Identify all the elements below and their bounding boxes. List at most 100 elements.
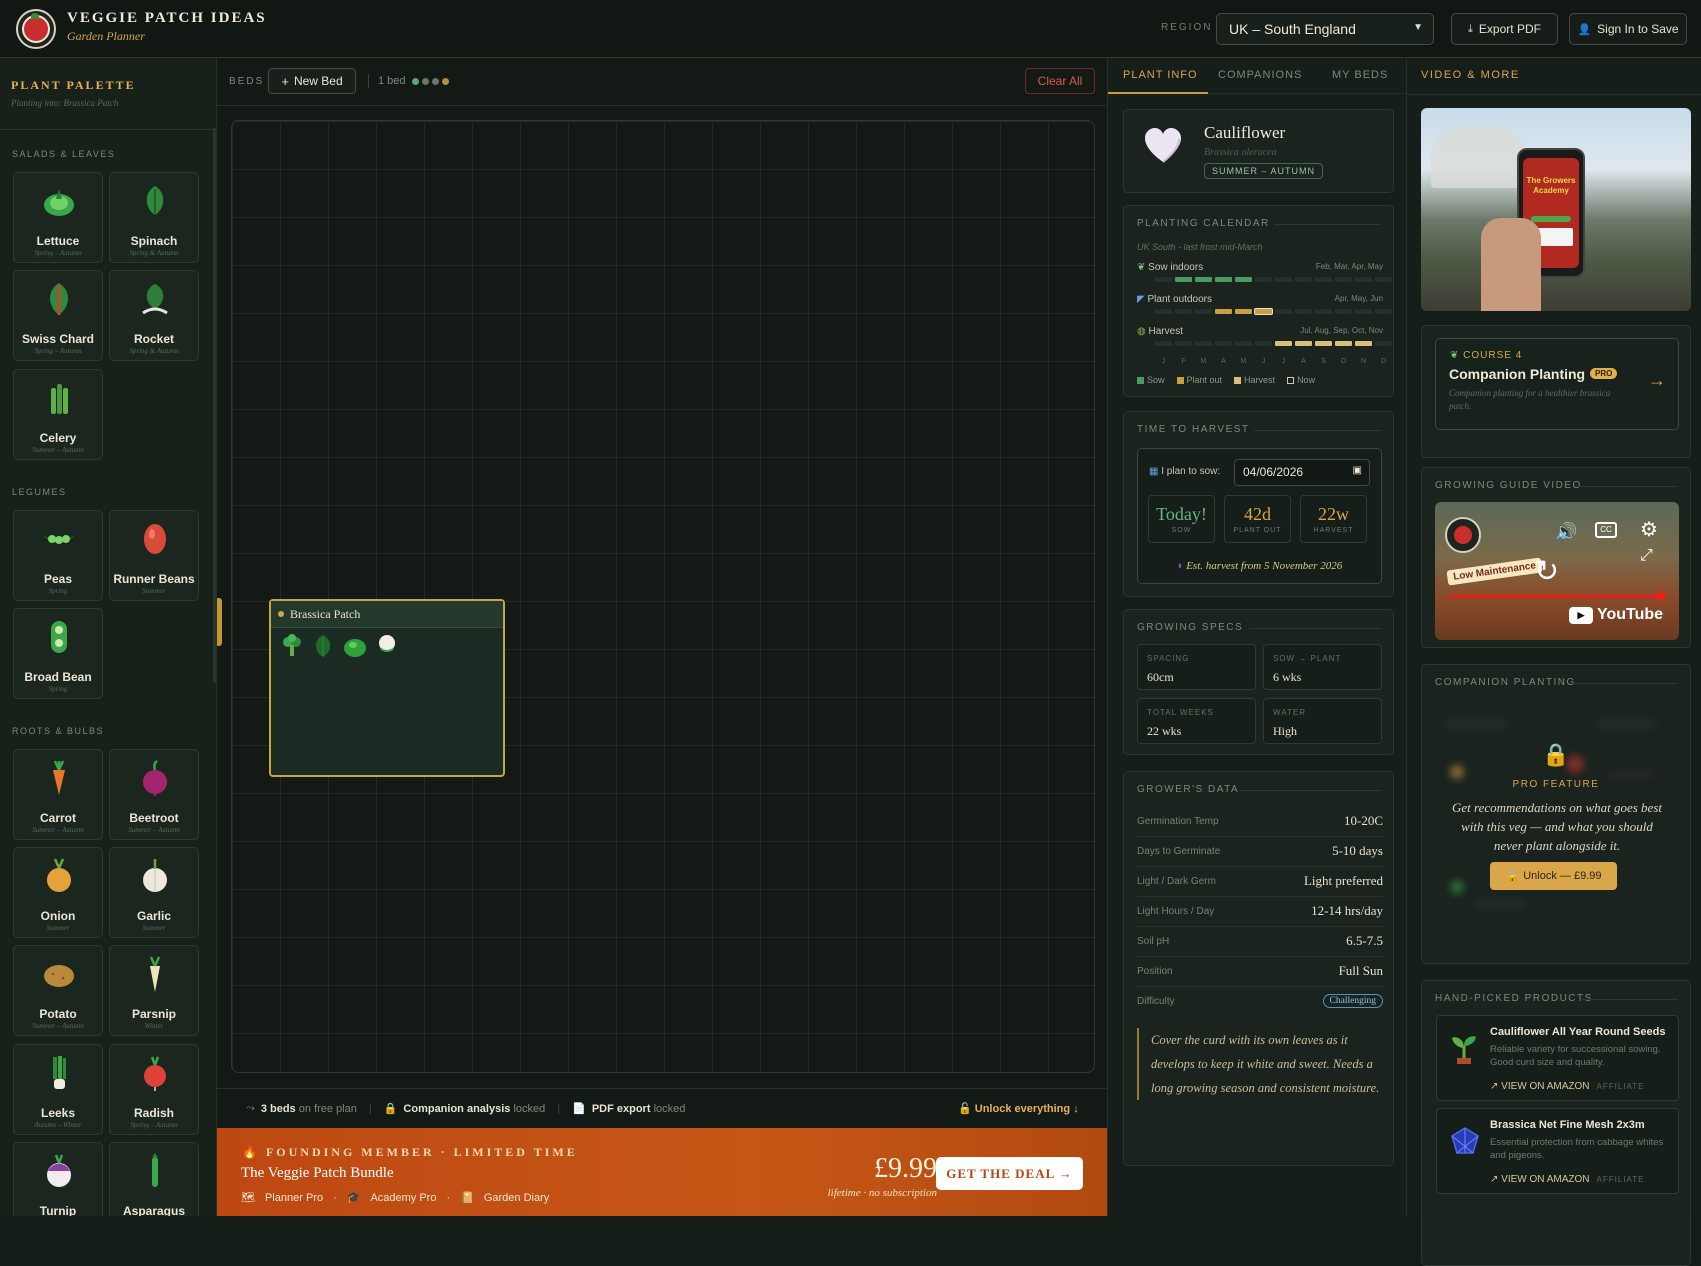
plant-card-asparagus[interactable]: Asparagus <box>109 1142 199 1216</box>
sprout-icon[interactable] <box>343 634 367 658</box>
garden-bed[interactable]: Brassica Patch <box>269 599 505 777</box>
export-pdf-button[interactable]: ⤓ Export PDF <box>1451 13 1558 45</box>
plant-card-peas[interactable]: Peas Spring <box>13 510 103 601</box>
product-title: Brassica Net Fine Mesh 2x3m <box>1490 1119 1645 1131</box>
drag-handle[interactable] <box>217 598 222 646</box>
calendar-cell <box>1175 277 1192 282</box>
plant-card-spinach[interactable]: Spinach Spring & Autumn <box>109 172 199 263</box>
plant-card-lettuce[interactable]: Lettuce Spring – Autumn <box>13 172 103 263</box>
plant-card-beetroot[interactable]: Beetroot Summer – Autumn <box>109 749 199 840</box>
calendar-cell <box>1355 341 1372 346</box>
unlock-button-label: Unlock — £9.99 <box>1523 870 1602 882</box>
amazon-link[interactable]: ↗ VIEW ON AMAZON AFFILIATE <box>1490 1174 1644 1185</box>
plant-card-radish[interactable]: Radish Spring – Autumn <box>109 1044 199 1135</box>
calendar-cell <box>1295 309 1312 314</box>
tab-my-beds[interactable]: MY BEDS <box>1332 69 1388 81</box>
plant-card-onion[interactable]: Onion Summer <box>13 847 103 938</box>
sign-in-button[interactable]: 👤 Sign In to Save <box>1569 13 1687 45</box>
calendar-cell <box>1155 277 1172 282</box>
month-letter: J <box>1161 358 1166 365</box>
companion-rest: locked <box>513 1102 546 1115</box>
unlock-label: Unlock everything <box>974 1103 1071 1115</box>
calendar-cell <box>1255 277 1272 282</box>
cabbage-leaf-icon[interactable] <box>312 634 334 658</box>
product-item[interactable]: Cauliflower All Year Round Seeds Reliabl… <box>1436 1015 1679 1101</box>
broccoli-icon[interactable] <box>281 634 303 658</box>
plant-card-broad-bean[interactable]: Broad Bean Spring <box>13 608 103 699</box>
spec-spacing: SPACING 60cm <box>1137 644 1256 690</box>
unlock-icon: 🔓 <box>958 1103 972 1115</box>
course-kicker: ❦ COURSE 4 <box>1450 350 1522 361</box>
plant-card-garlic[interactable]: Garlic Summer <box>109 847 199 938</box>
pro-badge: PRO <box>1590 368 1618 379</box>
plant-name: Garlic <box>136 909 172 923</box>
youtube-video[interactable]: Low Maintenance 🔊 CC ⚙ ⤢ ↻ ▶ YouTube <box>1435 502 1679 640</box>
grower-title: GROWER'S DATA <box>1137 784 1240 795</box>
academy-thumbnail[interactable]: The Growers Academy <box>1421 108 1691 311</box>
phone-screen-title: The Growers Academy <box>1526 176 1576 195</box>
heart-icon[interactable] <box>1143 126 1183 166</box>
region-label: REGION <box>1161 22 1213 33</box>
bed-header[interactable]: Brassica Patch <box>271 601 503 628</box>
sow-date-input[interactable]: 04/06/2026 ▣ <box>1234 459 1370 486</box>
garden-grid[interactable] <box>231 120 1095 1073</box>
settings-gear-icon[interactable]: ⚙ <box>1640 517 1658 542</box>
fullscreen-icon[interactable]: ⤢ <box>1640 547 1653 565</box>
dot-icon <box>422 78 429 85</box>
product-item[interactable]: Brassica Net Fine Mesh 2x3m Essential pr… <box>1436 1108 1679 1194</box>
calendar-cell <box>1215 277 1232 282</box>
clear-all-button[interactable]: Clear All <box>1025 68 1095 94</box>
plant-card-celery[interactable]: Celery Summer – Autumn <box>13 369 103 460</box>
video-progress-bar[interactable] <box>1449 595 1661 598</box>
captions-icon[interactable]: CC <box>1595 522 1617 538</box>
promo-title: The Veggie Patch Bundle <box>241 1165 394 1181</box>
tab-plant-info[interactable]: PLANT INFO <box>1123 69 1198 81</box>
companion-strong: Companion analysis <box>403 1102 511 1115</box>
get-the-deal-button[interactable]: GET THE DEAL → <box>936 1157 1083 1190</box>
scrollbar[interactable] <box>213 128 216 683</box>
amazon-link-label: VIEW ON AMAZON <box>1501 1081 1590 1092</box>
dot-icon <box>442 78 449 85</box>
plant-card-carrot[interactable]: Carrot Summer – Autumn <box>13 749 103 840</box>
plant-card-runner-beans[interactable]: Runner Beans Summer <box>109 510 199 601</box>
plant-card-leeks[interactable]: Leeks Autumn – Winter <box>13 1044 103 1135</box>
download-icon: ⤓ <box>1468 22 1473 35</box>
video-overlay-text: Low Maintenance <box>1446 557 1543 586</box>
plant-season: Summer – Autumn <box>32 1022 84 1030</box>
calendar-picker-icon[interactable]: ▣ <box>1353 465 1362 476</box>
calendar-cell <box>1335 277 1352 282</box>
plant-name: Celery <box>39 431 77 445</box>
category-roots: ROOTS & BULBS <box>12 726 105 736</box>
amazon-link[interactable]: ↗ VIEW ON AMAZON AFFILIATE <box>1490 1081 1644 1092</box>
spec-value: 60cm <box>1147 670 1174 684</box>
calendar-cell <box>1275 277 1292 282</box>
diary-icon: 📔 <box>460 1192 474 1204</box>
bed-dots <box>412 78 449 85</box>
plant-card-swiss-chard[interactable]: Swiss Chard Spring – Autumn <box>13 270 103 361</box>
arrow-right-icon: → <box>1648 370 1666 390</box>
replay-icon[interactable]: ↻ <box>1534 554 1559 589</box>
beetroot-icon <box>143 760 167 796</box>
pdf-strong: PDF export <box>591 1102 651 1115</box>
plant-card-parsnip[interactable]: Parsnip Winter <box>109 945 199 1036</box>
youtube-logo[interactable]: ▶ YouTube <box>1569 606 1663 624</box>
plant-card-potato[interactable]: Potato Summer – Autumn <box>13 945 103 1036</box>
external-link-icon: ↗ <box>1490 1081 1499 1092</box>
plant-season: Spring – Autumn <box>130 1121 178 1129</box>
plant-season: Summer <box>142 924 166 932</box>
cauliflower-icon[interactable] <box>376 634 398 658</box>
plant-card-rocket[interactable]: Rocket Spring & Autumn <box>109 270 199 361</box>
plant-card-turnip[interactable]: Turnip <box>13 1142 103 1216</box>
progress-handle[interactable] <box>1656 591 1666 601</box>
course-link[interactable]: ❦ COURSE 4 Companion Planting PRO Compan… <box>1435 338 1679 430</box>
calendar-bar <box>1155 308 1392 315</box>
tab-companions[interactable]: COMPANIONS <box>1218 69 1302 81</box>
spec-label: TOTAL WEEKS <box>1147 708 1214 717</box>
new-bed-button[interactable]: + New Bed <box>268 68 356 94</box>
logo[interactable] <box>16 9 56 49</box>
region-select[interactable]: UK – South England ▼ <box>1216 13 1434 45</box>
unlock-everything-link[interactable]: 🔓 Unlock everything ↓ <box>958 1102 1079 1115</box>
unlock-button[interactable]: 🔓 Unlock — £9.99 <box>1490 862 1617 890</box>
volume-icon[interactable]: 🔊 <box>1555 522 1577 543</box>
grower-row-value: 6.5-7.5 <box>1346 933 1383 948</box>
